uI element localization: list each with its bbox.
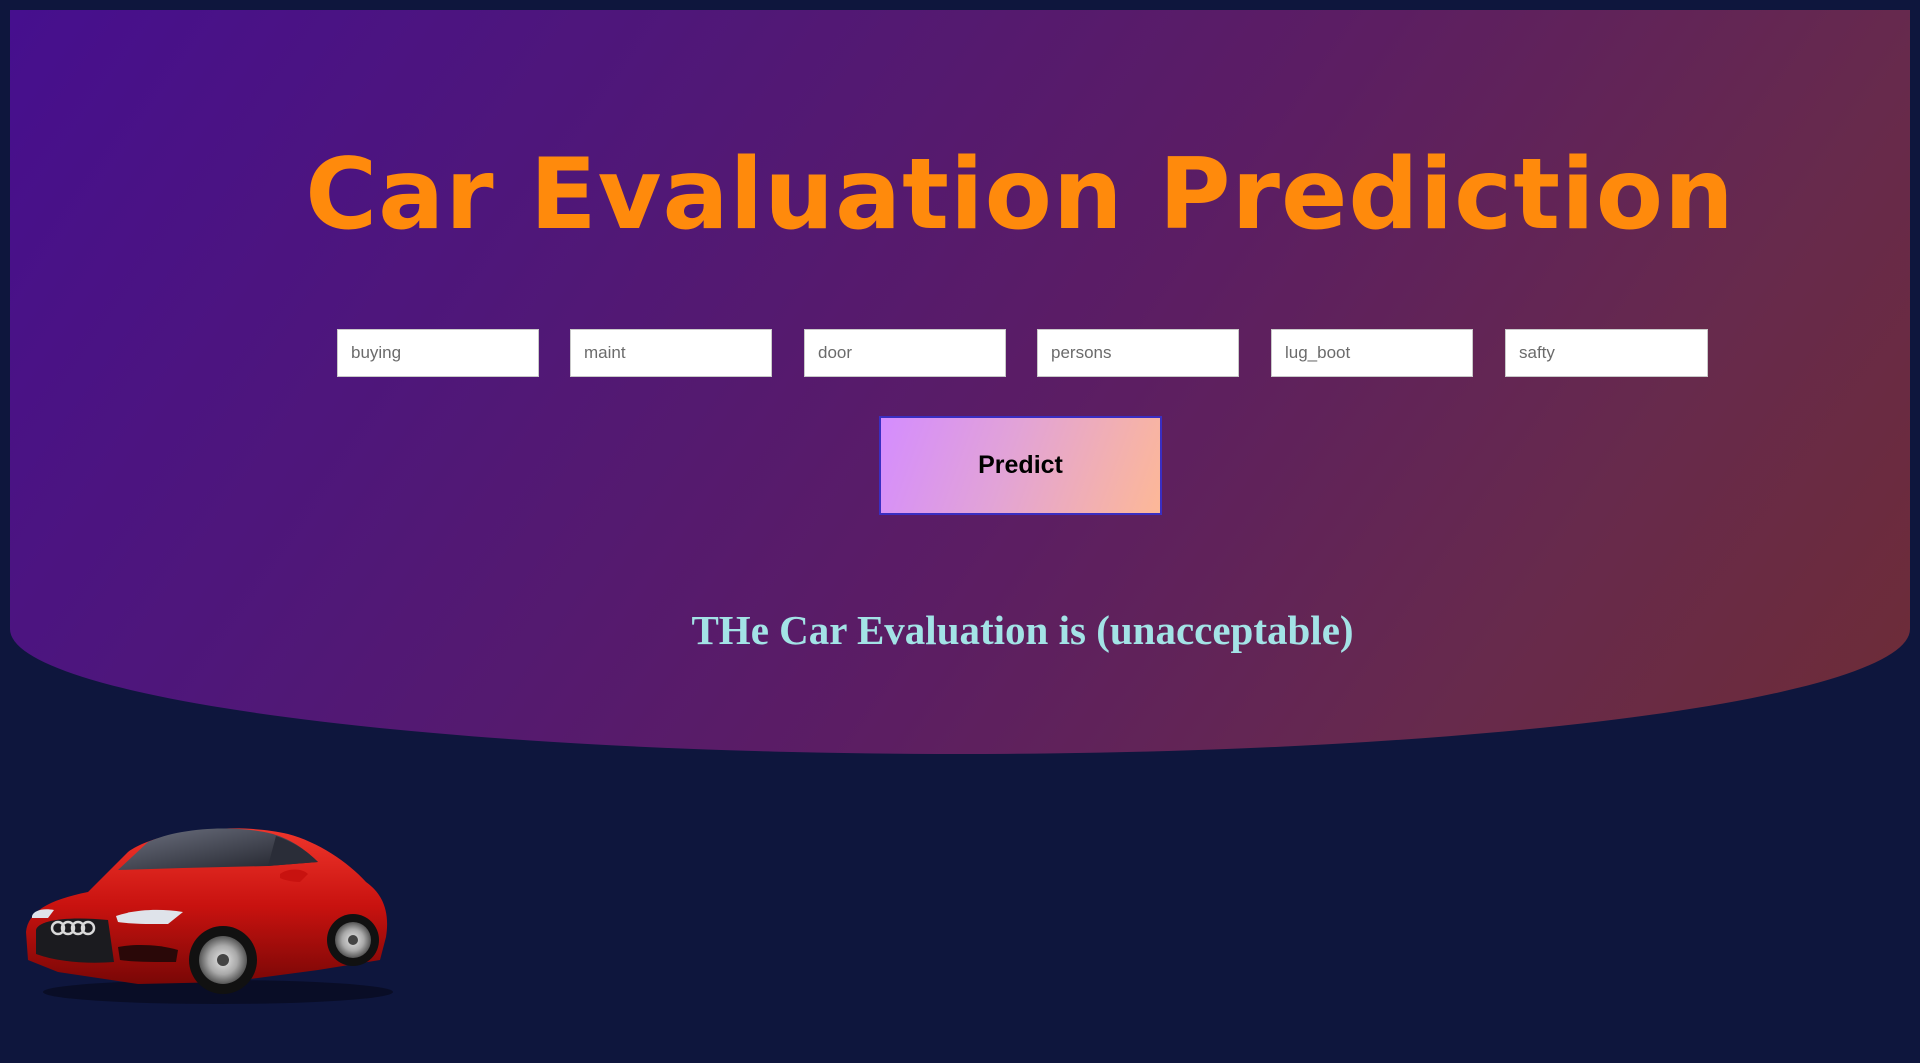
predict-button[interactable]: Predict	[879, 416, 1162, 515]
buying-input[interactable]	[337, 329, 539, 377]
maint-input[interactable]	[570, 329, 772, 377]
red-sports-car-image	[26, 828, 393, 1004]
prediction-result: THe Car Evaluation is (unacceptable)	[691, 607, 1354, 653]
persons-input[interactable]	[1037, 329, 1239, 377]
safety-input[interactable]	[1505, 329, 1708, 377]
page-title: Car Evaluation Prediction	[305, 138, 1735, 252]
lug-boot-input[interactable]	[1271, 329, 1473, 377]
door-input[interactable]	[804, 329, 1006, 377]
